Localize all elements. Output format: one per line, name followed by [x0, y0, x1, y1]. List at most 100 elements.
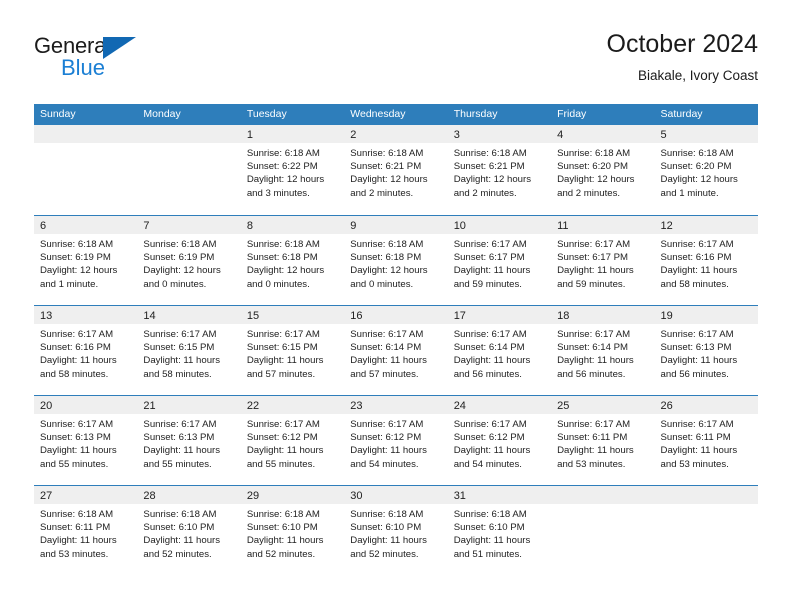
day-cell-6[interactable]: 6 Sunrise: 6:18 AM Sunset: 6:19 PM Daylight… [34, 216, 138, 305]
day-info: Sunrise: 6:17 AM Sunset: 6:15 PM Daylight:… [137, 324, 240, 381]
day-number: 6 [40, 220, 47, 232]
day-sunrise-text: Sunrise: 6:18 AM [660, 148, 734, 159]
weekday-header-wednesday: Wednesday [350, 108, 406, 120]
day-daylight-line2-text: and 53 minutes. [557, 458, 626, 470]
day-daylight-line1-text: Daylight: 11 hours [246, 445, 324, 457]
day-cell-24[interactable]: 24 Sunrise: 6:17 AM Sunset: 6:12 PM Dayligh… [447, 396, 552, 485]
day-daylight-line2-text: and 2 minutes. [557, 187, 621, 199]
day-number: 27 [40, 490, 53, 502]
day-number: 25 [557, 400, 570, 412]
day-cell-22[interactable]: 22 Sunrise: 6:17 AM Sunset: 6:12 PM Dayligh… [240, 396, 345, 485]
day-daylight-line2-text: and 52 minutes. [350, 548, 419, 560]
day-cell-20[interactable]: 20 Sunrise: 6:17 AM Sunset: 6:13 PM Dayligh… [34, 396, 138, 485]
day-daylight-line1-text: Daylight: 11 hours [246, 355, 324, 367]
day-number-band: 28 [137, 486, 241, 504]
day-info: Sunrise: 6:17 AM Sunset: 6:15 PM Daylight:… [241, 324, 344, 381]
day-cell-12[interactable]: 12 Sunrise: 6:17 AM Sunset: 6:16 PM Dayligh… [654, 216, 758, 305]
day-sunrise-text: Sunrise: 6:18 AM [143, 239, 217, 250]
day-info: Sunrise: 6:18 AM Sunset: 6:22 PM Daylight:… [241, 143, 344, 200]
day-sunset-text: Sunset: 6:15 PM [246, 342, 318, 354]
day-number-band: 22 [240, 396, 345, 414]
day-number: 28 [143, 490, 156, 502]
day-number-band: 30 [344, 486, 448, 504]
day-cell-empty [654, 486, 758, 575]
day-daylight-line2-text: and 1 minute. [660, 187, 719, 199]
day-sunrise-text: Sunrise: 6:17 AM [40, 419, 114, 430]
day-cell-16[interactable]: 16 Sunrise: 6:17 AM Sunset: 6:14 PM Dayligh… [344, 306, 448, 395]
day-cell-empty [137, 125, 241, 215]
day-info: Sunrise: 6:17 AM Sunset: 6:12 PM Daylight:… [344, 414, 447, 471]
day-cell-29[interactable]: 29 Sunrise: 6:18 AM Sunset: 6:10 PM Dayligh… [240, 486, 345, 575]
day-cell-8[interactable]: 8 Sunrise: 6:18 AM Sunset: 6:18 PM Daylight… [240, 216, 345, 305]
day-cell-11[interactable]: 11 Sunrise: 6:17 AM Sunset: 6:17 PM Dayligh… [551, 216, 655, 305]
day-cell-10[interactable]: 10 Sunrise: 6:17 AM Sunset: 6:17 PM Dayligh… [447, 216, 552, 305]
day-daylight-line1-text: Daylight: 11 hours [143, 445, 221, 457]
day-daylight-line1-text: Daylight: 11 hours [40, 535, 117, 547]
day-sunset-text: Sunset: 6:13 PM [40, 432, 111, 444]
day-cell-13[interactable]: 13 Sunrise: 6:17 AM Sunset: 6:16 PM Dayligh… [34, 306, 138, 395]
day-sunset-text: Sunset: 6:21 PM [453, 161, 525, 173]
day-daylight-line2-text: and 54 minutes. [350, 458, 419, 470]
day-cell-15[interactable]: 15 Sunrise: 6:17 AM Sunset: 6:15 PM Dayligh… [240, 306, 345, 395]
day-sunrise-text: Sunrise: 6:18 AM [350, 148, 424, 159]
day-daylight-line1-text: Daylight: 11 hours [557, 265, 634, 277]
day-number: 3 [453, 129, 460, 141]
day-number: 12 [660, 220, 673, 232]
day-number-band: 5 [654, 125, 758, 143]
day-cell-30[interactable]: 30 Sunrise: 6:18 AM Sunset: 6:10 PM Dayligh… [344, 486, 448, 575]
day-number: 26 [660, 400, 673, 412]
day-info: Sunrise: 6:18 AM Sunset: 6:20 PM Daylight:… [655, 143, 758, 200]
day-cell-4[interactable]: 4 Sunrise: 6:18 AM Sunset: 6:20 PM Daylight… [551, 125, 655, 215]
day-cell-25[interactable]: 25 Sunrise: 6:17 AM Sunset: 6:11 PM Dayligh… [551, 396, 655, 485]
day-daylight-line1-text: Daylight: 11 hours [40, 445, 117, 457]
weekday-header-sunday: Sunday [40, 108, 76, 120]
day-daylight-line1-text: Daylight: 11 hours [557, 355, 634, 367]
day-daylight-line1-text: Daylight: 11 hours [143, 535, 221, 547]
day-daylight-line2-text: and 0 minutes. [246, 278, 310, 290]
day-number-band: 9 [344, 216, 448, 234]
day-number: 21 [143, 400, 156, 412]
day-sunrise-text: Sunrise: 6:18 AM [557, 148, 631, 159]
day-number: 13 [40, 310, 53, 322]
day-sunrise-text: Sunrise: 6:17 AM [660, 329, 734, 340]
day-cell-1[interactable]: 1 Sunrise: 6:18 AM Sunset: 6:22 PM Daylight… [240, 125, 345, 215]
title-block: October 2024 Biakale, Ivory Coast [607, 28, 759, 86]
day-cell-14[interactable]: 14 Sunrise: 6:17 AM Sunset: 6:15 PM Dayligh… [137, 306, 241, 395]
day-cell-2[interactable]: 2 Sunrise: 6:18 AM Sunset: 6:21 PM Daylight… [344, 125, 448, 215]
day-number-band: 19 [654, 306, 758, 324]
day-cell-7[interactable]: 7 Sunrise: 6:18 AM Sunset: 6:19 PM Daylight… [137, 216, 241, 305]
day-daylight-line1-text: Daylight: 12 hours [660, 174, 738, 186]
day-cell-28[interactable]: 28 Sunrise: 6:18 AM Sunset: 6:10 PM Dayligh… [137, 486, 241, 575]
day-cell-5[interactable]: 5 Sunrise: 6:18 AM Sunset: 6:20 PM Daylight… [654, 125, 758, 215]
day-sunset-text: Sunset: 6:15 PM [143, 342, 215, 354]
day-cell-21[interactable]: 21 Sunrise: 6:17 AM Sunset: 6:13 PM Dayligh… [137, 396, 241, 485]
day-daylight-line1-text: Daylight: 12 hours [350, 174, 428, 186]
day-cell-18[interactable]: 18 Sunrise: 6:17 AM Sunset: 6:14 PM Dayligh… [551, 306, 655, 395]
day-number: 18 [557, 310, 570, 322]
day-sunset-text: Sunset: 6:12 PM [246, 432, 318, 444]
day-cell-3[interactable]: 3 Sunrise: 6:18 AM Sunset: 6:21 PM Daylight… [447, 125, 552, 215]
day-cell-9[interactable]: 9 Sunrise: 6:18 AM Sunset: 6:18 PM Daylight… [344, 216, 448, 305]
day-sunrise-text: Sunrise: 6:17 AM [350, 419, 424, 430]
day-sunset-text: Sunset: 6:20 PM [557, 161, 629, 173]
day-info: Sunrise: 6:18 AM Sunset: 6:19 PM Daylight:… [137, 234, 240, 291]
day-cell-23[interactable]: 23 Sunrise: 6:17 AM Sunset: 6:12 PM Dayligh… [344, 396, 448, 485]
day-number-band [137, 125, 241, 143]
day-daylight-line2-text: and 56 minutes. [557, 368, 626, 380]
day-daylight-line2-text: and 2 minutes. [453, 187, 517, 199]
day-cell-19[interactable]: 19 Sunrise: 6:17 AM Sunset: 6:13 PM Dayligh… [654, 306, 758, 395]
day-cell-empty [34, 125, 138, 215]
day-sunset-text: Sunset: 6:10 PM [246, 522, 318, 534]
day-info: Sunrise: 6:17 AM Sunset: 6:11 PM Daylight:… [655, 414, 758, 471]
day-number-band: 17 [447, 306, 552, 324]
day-info: Sunrise: 6:17 AM Sunset: 6:14 PM Daylight:… [448, 324, 551, 381]
day-number-band: 18 [551, 306, 655, 324]
day-number: 14 [143, 310, 156, 322]
day-number-band: 2 [344, 125, 448, 143]
day-number: 2 [350, 129, 357, 141]
day-cell-31[interactable]: 31 Sunrise: 6:18 AM Sunset: 6:10 PM Dayligh… [447, 486, 552, 575]
day-cell-17[interactable]: 17 Sunrise: 6:17 AM Sunset: 6:14 PM Dayligh… [447, 306, 552, 395]
day-cell-26[interactable]: 26 Sunrise: 6:17 AM Sunset: 6:11 PM Dayligh… [654, 396, 758, 485]
day-cell-27[interactable]: 27 Sunrise: 6:18 AM Sunset: 6:11 PM Dayligh… [34, 486, 138, 575]
day-daylight-line1-text: Daylight: 11 hours [557, 445, 634, 457]
